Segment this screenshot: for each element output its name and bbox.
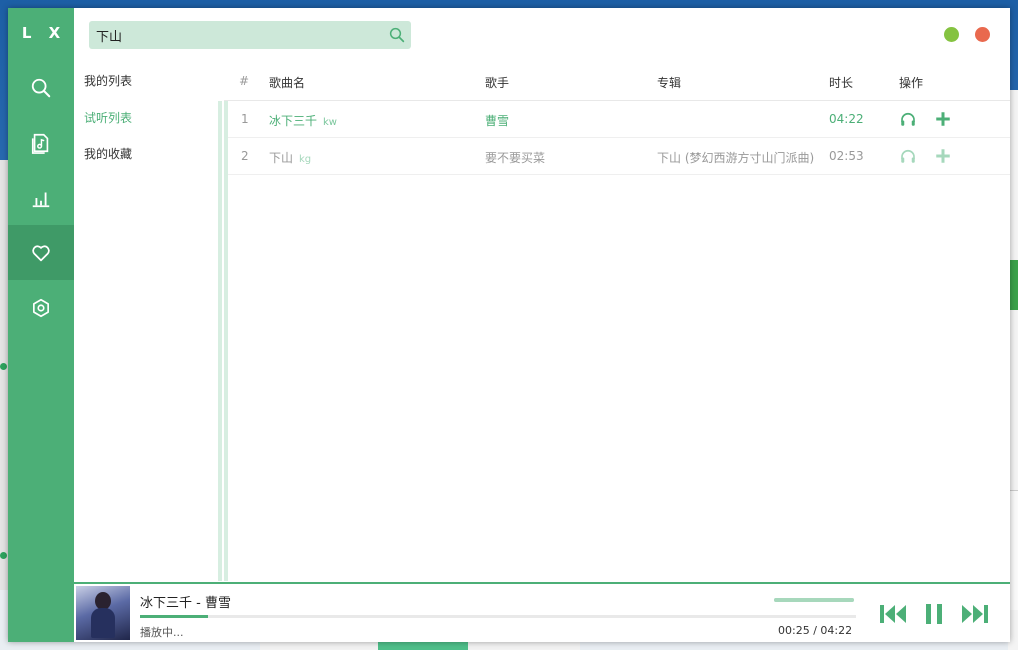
column-actions: 操作 <box>899 74 923 91</box>
progress-bar[interactable] <box>140 615 856 618</box>
search-icon <box>30 77 52 99</box>
desktop-dot <box>0 552 7 559</box>
app-logo: L X <box>8 8 74 60</box>
source-tag: kw <box>323 117 337 128</box>
row-index: 1 <box>241 112 249 126</box>
music-file-icon <box>30 132 52 154</box>
play-status: 播放中... <box>140 624 184 640</box>
song-duration: 04:22 <box>829 112 864 126</box>
column-duration: 时长 <box>829 74 853 91</box>
nav-songlist[interactable] <box>8 115 74 170</box>
column-album: 专辑 <box>657 74 681 91</box>
song-singer[interactable]: 曹雪 <box>485 112 509 129</box>
album-cover[interactable] <box>76 586 130 640</box>
now-playing-title: 冰下三千 - 曹雪 <box>140 592 231 611</box>
bar-chart-icon <box>30 187 52 209</box>
plus-icon <box>934 147 952 165</box>
pause-icon <box>922 602 946 626</box>
column-num: # <box>239 74 249 88</box>
list-item-favorites[interactable]: 我的收藏 <box>74 136 224 172</box>
list-item-trial[interactable]: 试听列表 <box>74 100 224 136</box>
time-separator: / <box>813 624 817 637</box>
close-button[interactable] <box>975 27 990 42</box>
add-button[interactable] <box>934 110 952 128</box>
column-singer: 歌手 <box>485 74 509 91</box>
next-button[interactable] <box>960 602 990 626</box>
listen-button[interactable] <box>899 147 917 165</box>
nav-settings[interactable] <box>8 280 74 335</box>
total-time: 04:22 <box>820 624 852 637</box>
lists-scrollbar[interactable] <box>218 101 222 581</box>
skip-next-icon <box>960 602 990 626</box>
app-window: L X <box>8 8 1010 642</box>
headphones-icon <box>899 110 917 128</box>
song-duration: 02:53 <box>829 149 864 163</box>
song-singer[interactable]: 要不要买菜 <box>485 149 545 166</box>
listen-button[interactable] <box>899 110 917 128</box>
pause-button[interactable] <box>922 602 946 626</box>
progress-fill <box>140 615 208 618</box>
my-lists-header: 我的列表 <box>74 68 224 100</box>
nav-search[interactable] <box>8 60 74 115</box>
search-input[interactable] <box>89 21 383 49</box>
song-name[interactable]: 下山kg <box>269 149 311 166</box>
settings-icon <box>30 297 52 319</box>
search-bar <box>89 21 411 49</box>
volume-slider[interactable] <box>774 598 854 602</box>
previous-button[interactable] <box>878 602 908 626</box>
heart-icon <box>30 242 52 264</box>
search-button[interactable] <box>383 21 411 49</box>
time-display: 00:25 / 04:22 <box>778 624 852 637</box>
song-table-header: # 歌曲名 歌手 专辑 时长 操作 <box>224 68 1010 101</box>
column-name: 歌曲名 <box>269 74 305 91</box>
song-list-scrollbar[interactable] <box>224 101 228 581</box>
nav-leaderboard[interactable] <box>8 170 74 225</box>
sidebar: L X <box>8 8 74 642</box>
add-button[interactable] <box>934 147 952 165</box>
player-bar: 冰下三千 - 曹雪 播放中... 00:25 / 04:22 <box>74 582 1010 642</box>
search-icon <box>388 26 406 44</box>
volume-level <box>774 598 854 602</box>
skip-previous-icon <box>878 602 908 626</box>
minimize-button[interactable] <box>944 27 959 42</box>
song-album[interactable]: 下山 (梦幻西游方寸山门派曲) <box>657 149 822 166</box>
table-row[interactable]: 2 下山kg 要不要买菜 下山 (梦幻西游方寸山门派曲) 02:53 <box>224 138 1010 175</box>
nav-my-list[interactable] <box>8 225 74 280</box>
my-lists-panel: 我的列表 试听列表 我的收藏 <box>74 68 224 582</box>
row-index: 2 <box>241 149 249 163</box>
desktop-fragment <box>1010 260 1018 310</box>
source-tag: kg <box>299 154 311 165</box>
main-content: 我的列表 试听列表 我的收藏 # 歌曲名 歌手 专辑 时长 操作 1 冰下三千k… <box>74 8 1010 582</box>
headphones-icon <box>899 147 917 165</box>
current-time: 00:25 <box>778 624 810 637</box>
desktop-dot <box>0 363 7 370</box>
song-name[interactable]: 冰下三千kw <box>269 112 337 129</box>
desktop-background-left <box>0 160 8 590</box>
table-row[interactable]: 1 冰下三千kw 曹雪 04:22 <box>224 101 1010 138</box>
plus-icon <box>934 110 952 128</box>
